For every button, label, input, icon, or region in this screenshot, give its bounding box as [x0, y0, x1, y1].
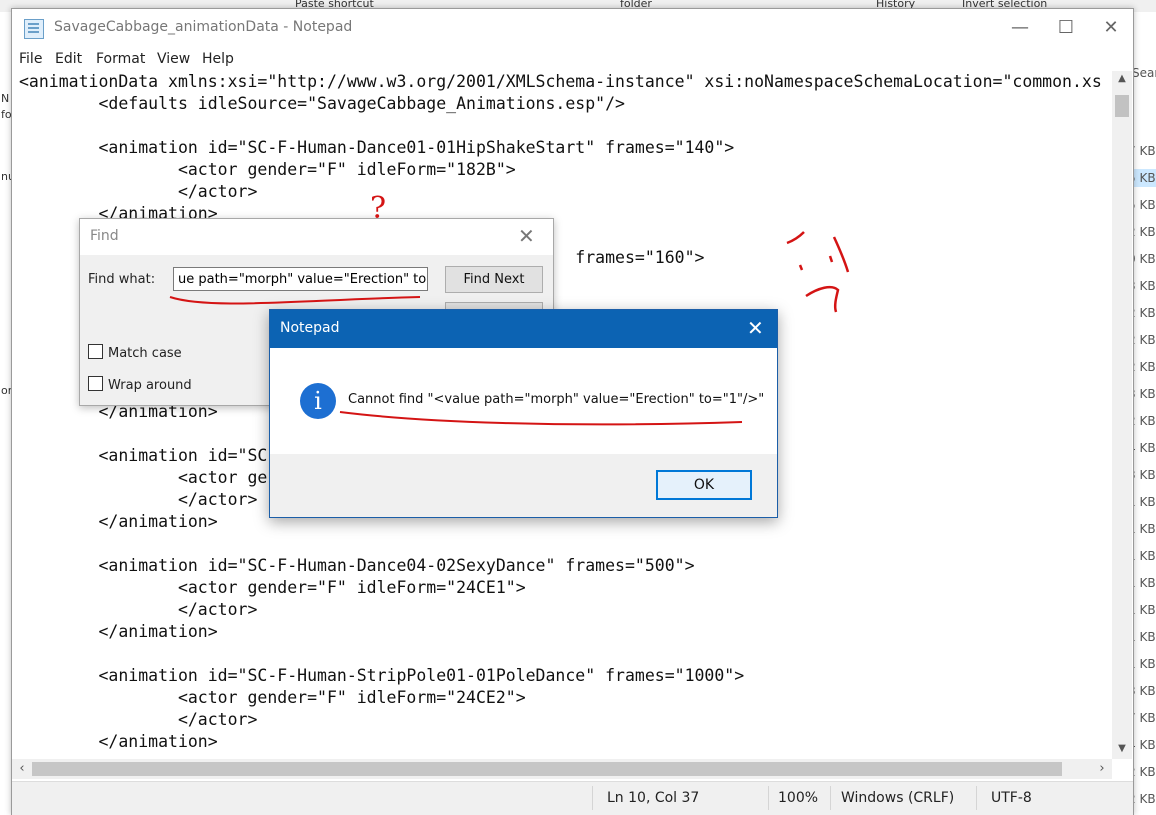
vertical-scrollbar[interactable]: ▲ ▼	[1112, 71, 1132, 759]
file-size-cell: 1 KB	[1132, 495, 1156, 509]
scroll-down-icon[interactable]: ▼	[1112, 743, 1132, 754]
horizontal-scrollbar[interactable]: ‹ ›	[12, 759, 1112, 779]
file-size-cell: 2 KB	[1132, 225, 1156, 239]
menu-file[interactable]: File	[19, 51, 42, 67]
checkbox-box[interactable]	[88, 376, 103, 391]
horizontal-scroll-thumb[interactable]	[32, 762, 1062, 776]
nav-fragment: N	[1, 92, 10, 105]
find-what-input[interactable]: ue path="morph" value="Erection" to="1"/…	[173, 267, 428, 291]
vertical-scroll-thumb[interactable]	[1115, 95, 1129, 117]
find-close-icon[interactable]: ✕	[518, 224, 535, 248]
close-icon[interactable]: ✕	[1088, 9, 1134, 47]
file-size-cell: 7 KB	[1132, 711, 1156, 725]
search-fragment: Sear	[1132, 66, 1156, 80]
file-size-cell: 3 KB	[1132, 387, 1156, 401]
menu-bar: File Edit Format View Help	[12, 49, 1133, 71]
status-bar: Ln 10, Col 37 100% Windows (CRLF) UTF-8	[12, 781, 1133, 815]
status-position: Ln 10, Col 37	[607, 790, 700, 806]
wrap-around-checkbox[interactable]: Wrap around	[88, 376, 192, 393]
file-size-cell: 4 KB	[1132, 738, 1156, 752]
file-size-cell: 4 KB	[1132, 441, 1156, 455]
message-box-title-bar: Notepad ✕	[270, 310, 777, 348]
menu-help[interactable]: Help	[202, 51, 234, 67]
maximize-icon[interactable]: ☐	[1043, 9, 1089, 47]
file-size-cell: 2 KB	[1132, 792, 1156, 806]
message-box-footer: OK	[270, 454, 777, 517]
file-size-cell: 3 KB	[1132, 279, 1156, 293]
file-size-cell: 2 KB	[1132, 414, 1156, 428]
file-size-cell: 1 KB	[1132, 549, 1156, 563]
status-encoding: UTF-8	[991, 790, 1032, 806]
info-icon: i	[300, 383, 336, 419]
status-divider	[830, 786, 831, 810]
file-size-cell: 1 KB	[1132, 576, 1156, 590]
file-size-cell: 3 KB	[1132, 684, 1156, 698]
match-case-label: Match case	[108, 346, 182, 361]
status-divider	[592, 786, 593, 810]
file-size-cell: 2 KB	[1132, 765, 1156, 779]
status-zoom: 100%	[778, 790, 819, 806]
notepad-app-icon	[24, 19, 44, 39]
file-size-cell: 2 KB	[1132, 360, 1156, 374]
window-title: SavageCabbage_animationData - Notepad	[54, 19, 353, 35]
find-next-button[interactable]: Find Next	[445, 266, 543, 293]
file-size-cell: 0 KB	[1132, 252, 1156, 266]
find-what-label: Find what:	[88, 272, 156, 287]
message-box: Notepad ✕ i Cannot find "<value path="mo…	[269, 309, 778, 518]
status-divider	[768, 786, 769, 810]
file-size-cell: 1 KB	[1132, 630, 1156, 644]
file-size-cell: 5 KB	[1132, 169, 1156, 187]
menu-edit[interactable]: Edit	[55, 51, 82, 67]
message-text: Cannot find "<value path="morph" value="…	[348, 392, 765, 407]
file-size-cell: 1 KB	[1132, 657, 1156, 671]
find-dialog-title-bar: Find ✕	[80, 219, 553, 255]
scroll-right-icon[interactable]: ›	[1092, 759, 1112, 779]
message-box-title: Notepad	[280, 320, 340, 336]
match-case-checkbox[interactable]: Match case	[88, 344, 182, 361]
file-size-cell: 3 KB	[1132, 468, 1156, 482]
scroll-left-icon[interactable]: ‹	[12, 759, 32, 779]
wrap-around-label: Wrap around	[108, 378, 192, 393]
scroll-up-icon[interactable]: ▲	[1112, 73, 1132, 84]
checkbox-box[interactable]	[88, 344, 103, 359]
file-size-cell: 1 KB	[1132, 603, 1156, 617]
file-size-cell: 1 KB	[1132, 522, 1156, 536]
title-bar: SavageCabbage_animationData - Notepad — …	[12, 9, 1133, 47]
file-size-cell: 2 KB	[1132, 333, 1156, 347]
file-size-cell: 5 KB	[1132, 198, 1156, 212]
menu-view[interactable]: View	[157, 51, 190, 67]
file-size-cell: 7 KB	[1132, 144, 1156, 158]
message-close-icon[interactable]: ✕	[747, 316, 764, 340]
find-dialog-title: Find	[90, 228, 119, 244]
ok-button[interactable]: OK	[656, 470, 752, 500]
file-size-cell: 2 KB	[1132, 306, 1156, 320]
status-divider	[976, 786, 977, 810]
background-explorer-file-sizes: Sear 7 KB 5 KB 5 KB 2 KB 0 KB 3 KB 2 KB 2 KB 2 K…	[1132, 12, 1156, 815]
menu-format[interactable]: Format	[96, 51, 145, 67]
minimize-icon[interactable]: —	[997, 9, 1043, 47]
status-line-ending: Windows (CRLF)	[841, 790, 955, 806]
